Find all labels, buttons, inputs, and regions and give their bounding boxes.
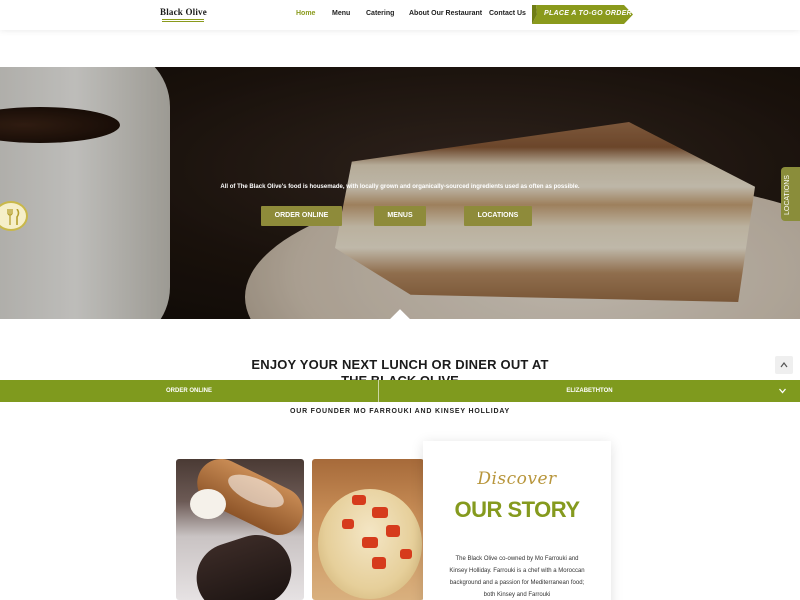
nav-about[interactable]: About Our Restaurant [409,10,482,17]
our-story-text: The Black Olive co-owned by Mo Farrouki … [449,556,585,598]
cannoli-cream [190,489,226,519]
our-story-title: OUR STORY [454,497,580,522]
tomato-piece [362,537,378,548]
founder-heading: OUR FOUNDER MO FARROUKI AND KINSEY HOLLI… [289,408,511,415]
nav-contact[interactable]: Contact Us [489,10,526,17]
tomato-piece [352,495,366,505]
place-order-label: PLACE A TO-GO ORDER [544,10,632,17]
tomato-piece [386,525,400,537]
site-header: Black Olive Home Menu Catering About Our… [0,0,800,30]
logo-underline [162,19,204,22]
logo-text: Black Olive [160,7,207,17]
hero-tagline: All of The Black Olive's food is housema… [220,184,580,190]
locations-side-tab[interactable]: LOCATIONS [781,167,800,221]
discover-script: Discover [477,469,557,489]
cannoli-chocolate [187,525,301,600]
cannoli-photo [176,459,304,600]
bar-order-online[interactable]: ORDER ONLINE [0,380,378,402]
scroll-to-top-button[interactable] [775,356,793,374]
bar-location-select[interactable]: ELIZABETHTON [379,380,800,402]
tomato-piece [400,549,412,559]
hero-overlay [0,67,800,319]
hero-locations-button[interactable]: LOCATIONS [464,206,532,226]
tomato-piece [342,519,354,529]
fork-knife-icon [7,209,20,225]
section-headline: ENJOY YOUR NEXT LUNCH OR DINER OUT AT [251,357,549,372]
pasta-photo [312,459,424,600]
nav-catering[interactable]: Catering [366,10,394,17]
nav-menu[interactable]: Menu [332,10,350,17]
nav-home[interactable]: Home [296,10,315,17]
hero-banner: All of The Black Olive's food is housema… [0,67,800,319]
tomato-piece [372,507,388,518]
our-story-card: Discover OUR STORY The Black Olive co-ow… [423,441,611,600]
place-order-button[interactable]: PLACE A TO-GO ORDER [532,4,634,25]
logo[interactable]: Black Olive [160,5,207,25]
hero-order-online-button[interactable]: ORDER ONLINE [261,206,342,226]
sticky-order-bar: ORDER ONLINE ELIZABETHTON [0,380,800,402]
chevron-down-icon[interactable] [779,388,786,394]
tomato-piece [372,557,386,569]
chevron-up-icon [780,362,788,368]
locations-side-tab-label: LOCATIONS [784,175,791,215]
hero-menus-button[interactable]: MENUS [374,206,426,226]
